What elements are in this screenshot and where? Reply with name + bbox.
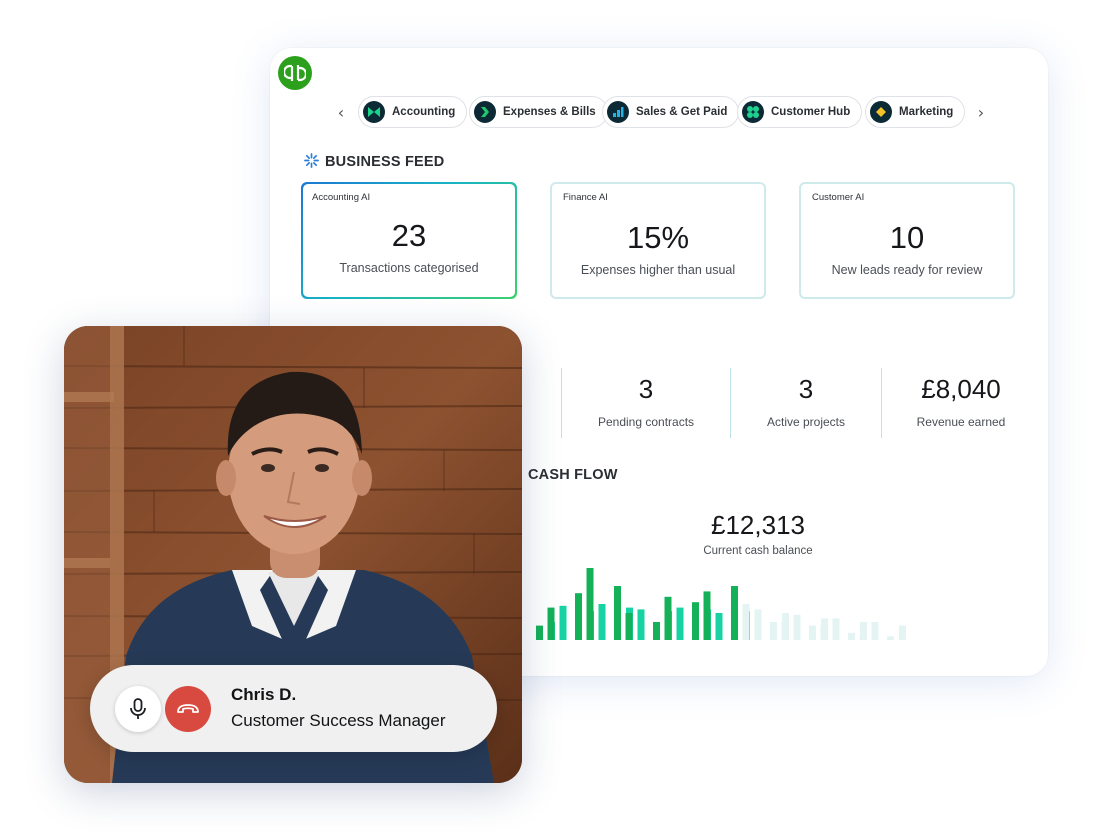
feed-card-accounting-ai[interactable]: Accounting AI 23 Transactions categorise…	[301, 182, 517, 299]
quickbooks-logo[interactable]	[278, 56, 312, 90]
chevron-right-icon[interactable]: ›	[972, 104, 990, 122]
cash-flow-bar	[770, 622, 777, 640]
feed-card-finance-ai[interactable]: Finance AI 15% Expenses higher than usua…	[550, 182, 766, 299]
cash-flow-bar	[653, 622, 660, 640]
cash-flow-bar	[781, 622, 789, 640]
cash-flow-bar	[536, 625, 543, 640]
tab-expenses-bills[interactable]: Expenses & Bills	[469, 96, 608, 128]
business-feed-title: BUSINESS FEED	[325, 154, 445, 170]
stat-label: Pending contracts	[597, 415, 695, 429]
card-value: 10	[889, 220, 925, 255]
cash-flow-bar	[586, 568, 594, 640]
cash-flow-bar	[793, 614, 801, 640]
stat-label: Active projects	[766, 415, 846, 429]
caller-role: Customer Success Manager	[231, 711, 446, 730]
cash-flow-bar	[832, 618, 840, 640]
cash-flow-bar	[625, 613, 633, 640]
tab-label: Accounting	[392, 106, 456, 118]
cash-flow-bar	[692, 602, 699, 640]
card-title: Finance AI	[563, 192, 608, 203]
stat-revenue-earned[interactable]: £8,040 Revenue earned	[895, 374, 1027, 429]
end-call-button[interactable]	[165, 686, 211, 732]
card-value: 15%	[626, 220, 690, 255]
tab-sales-get-paid[interactable]: Sales & Get Paid	[602, 96, 740, 128]
card-title: Accounting AI	[312, 192, 371, 203]
stat-label: Revenue earned	[916, 415, 1006, 429]
stat-pending-contracts[interactable]: 3 Pending contracts	[580, 374, 712, 429]
call-controls-bar: Chris D. Customer Success Manager	[90, 665, 497, 752]
cash-flow-bar	[742, 604, 750, 640]
business-feed-heading: BUSINESS FEED	[304, 153, 444, 170]
cash-flow-bar	[754, 609, 762, 640]
card-caption: New leads ready for review	[831, 263, 983, 277]
card-caption: Expenses higher than usual	[580, 263, 736, 277]
marketing-icon	[870, 101, 892, 123]
stat-active-projects[interactable]: 3 Active projects	[740, 374, 872, 429]
cash-balance-value: £12,313	[711, 510, 805, 540]
cash-flow-bar	[547, 607, 555, 640]
cash-flow-bar	[859, 636, 867, 640]
cash-flow-bar	[871, 622, 879, 640]
stat-value: 3	[798, 374, 814, 404]
cash-flow-bar	[715, 613, 723, 640]
stat-value: £8,040	[921, 374, 1001, 404]
cash-flow-bar	[637, 609, 645, 640]
cash-flow-bar	[731, 586, 738, 640]
cash-flow-bar	[899, 625, 906, 640]
card-title: Customer AI	[812, 192, 865, 203]
cash-flow-bar	[887, 636, 894, 640]
cash-flow-bar	[676, 607, 684, 640]
tab-accounting[interactable]: Accounting	[358, 96, 468, 128]
cash-flow-bar	[703, 591, 711, 640]
tab-label: Customer Hub	[771, 106, 851, 118]
tab-customer-hub[interactable]: Customer Hub	[737, 96, 863, 128]
mute-button[interactable]	[115, 686, 161, 732]
caller-name: Chris D.	[231, 685, 297, 704]
feed-card-customer-ai[interactable]: Customer AI 10 New leads ready for revie…	[799, 182, 1015, 299]
tab-label: Sales & Get Paid	[636, 106, 728, 118]
cash-flow-bar	[575, 593, 582, 640]
card-caption: Transactions categorised	[339, 261, 479, 275]
ai-sparkle-icon	[304, 153, 319, 168]
tab-marketing[interactable]: Marketing	[865, 96, 966, 128]
card-value: 23	[391, 218, 427, 253]
tab-label: Expenses & Bills	[503, 106, 596, 118]
tab-label: Marketing	[899, 106, 954, 118]
stat-value: 3	[638, 374, 654, 404]
accounting-icon	[363, 101, 385, 123]
cash-flow-bar	[598, 604, 606, 640]
stat-divider	[730, 368, 731, 438]
chevron-left-icon[interactable]: ‹	[332, 104, 350, 122]
cash-flow-bar	[664, 596, 672, 640]
expenses-icon	[474, 101, 496, 123]
cash-flow-heading: CASH FLOW	[528, 467, 618, 483]
product-tabs: ‹ Accounting Expenses & Bills Sales & Ge…	[332, 96, 992, 130]
sales-icon	[607, 101, 629, 123]
stat-divider	[881, 368, 882, 438]
cash-flow-bar	[809, 625, 816, 640]
cash-balance-label: Current cash balance	[703, 545, 813, 557]
stat-divider	[561, 368, 562, 438]
customer-hub-icon	[742, 101, 764, 123]
cash-flow-bar	[820, 625, 828, 640]
cash-flow-bar	[848, 632, 855, 640]
cash-flow-bar	[614, 586, 621, 640]
end-call-icon	[177, 704, 199, 713]
cash-flow-bar	[559, 605, 567, 640]
cash-flow-chart	[536, 568, 906, 640]
microphone-icon	[130, 698, 146, 719]
